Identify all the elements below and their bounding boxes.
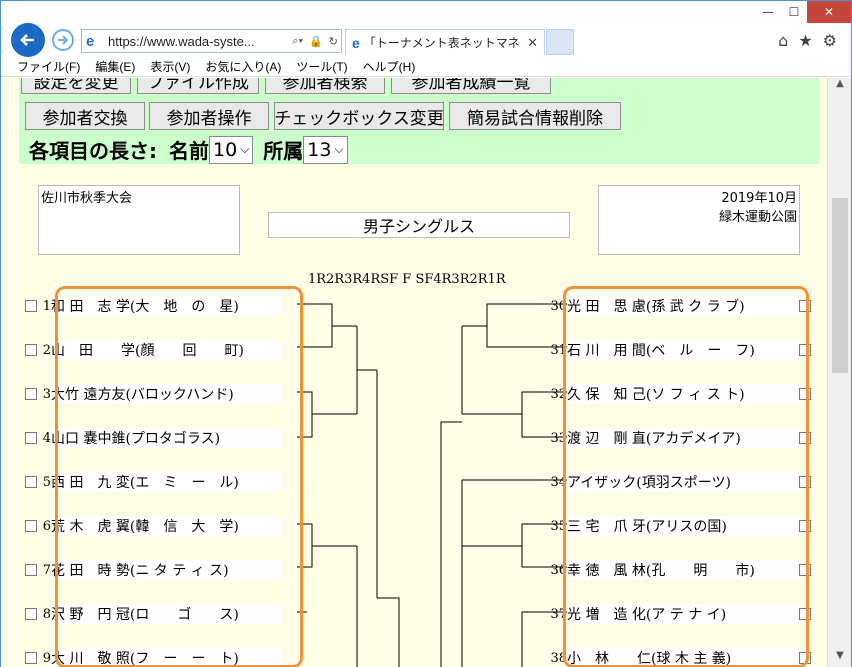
left-highlight-outline — [55, 286, 303, 667]
lock-icon: 🔒 — [309, 35, 323, 48]
toolbar-icons: ⌂ ★ ⚙ — [778, 31, 837, 50]
seed-number: 1 — [42, 298, 51, 314]
player-checkbox[interactable] — [25, 432, 37, 444]
browser-window: e https://www.wada-syste... ⌕▾ 🔒 ↻ e 「トー… — [0, 0, 852, 667]
menu-file[interactable]: ファイル(F) — [17, 58, 80, 75]
player-checkbox[interactable] — [25, 476, 37, 488]
seed-number: 5 — [42, 474, 51, 490]
right-highlight-outline — [563, 286, 809, 667]
back-button[interactable] — [11, 23, 45, 57]
browser-toolbar: e https://www.wada-syste... ⌕▾ 🔒 ↻ e 「トー… — [1, 1, 851, 57]
seed-number: 8 — [42, 606, 51, 622]
player-checkbox[interactable] — [25, 520, 37, 532]
menu-bar: ファイル(F) 編集(E) 表示(V) お気に入り(A) ツール(T) ヘルプ(… — [1, 57, 851, 77]
player-checkbox[interactable] — [25, 564, 37, 576]
gear-icon[interactable]: ⚙ — [823, 31, 837, 50]
menu-help[interactable]: ヘルプ(H) — [363, 58, 416, 75]
menu-view[interactable]: 表示(V) — [150, 58, 190, 75]
player-checkbox[interactable] — [25, 652, 37, 664]
player-checkbox[interactable] — [25, 388, 37, 400]
seed-number: 6 — [42, 518, 51, 534]
tab-title: 「トーナメント表ネットマネージャ... — [363, 36, 521, 50]
close-tab-icon[interactable]: ✕ — [527, 35, 538, 51]
minimize-button[interactable]: — — [755, 1, 781, 23]
close-window-button[interactable]: ✕ — [807, 1, 851, 23]
arrow-right-icon — [58, 35, 69, 45]
vertical-scrollbar[interactable]: ▲ ▼ — [827, 78, 851, 667]
forward-button[interactable] — [52, 29, 74, 51]
scroll-up-icon[interactable]: ▲ — [828, 78, 852, 96]
refresh-icon[interactable]: ↻ — [329, 35, 338, 48]
arrow-left-icon — [20, 34, 34, 46]
address-url: https://www.wada-syste... — [108, 33, 255, 49]
scroll-thumb[interactable] — [832, 198, 848, 373]
player-checkbox[interactable] — [25, 300, 37, 312]
maximize-button[interactable]: ☐ — [781, 1, 807, 23]
page-content: 設定を変更 ファイル作成 参加者検索 参加者成績一覧 参加者交換 参加者操作 チ… — [1, 78, 827, 667]
player-checkbox[interactable] — [25, 344, 37, 356]
tab-tournament[interactable]: e 「トーナメント表ネットマネージャ... ✕ — [345, 29, 545, 55]
seed-number: 4 — [42, 430, 51, 446]
star-icon[interactable]: ★ — [798, 31, 812, 50]
menu-favorites[interactable]: お気に入り(A) — [205, 58, 281, 75]
scroll-down-icon[interactable]: ▼ — [828, 650, 852, 667]
seed-number: 7 — [42, 562, 51, 578]
address-bar[interactable]: e https://www.wada-syste... ⌕▾ 🔒 ↻ — [81, 29, 342, 53]
ie-logo-icon: e — [86, 32, 95, 50]
menu-tools[interactable]: ツール(T) — [296, 58, 347, 75]
seed-number: 2 — [42, 342, 51, 358]
menu-edit[interactable]: 編集(E) — [95, 58, 135, 75]
player-checkbox[interactable] — [25, 608, 37, 620]
new-tab-button[interactable] — [546, 29, 574, 55]
seed-number: 9 — [42, 650, 51, 666]
home-icon[interactable]: ⌂ — [778, 31, 788, 50]
search-icon[interactable]: ⌕▾ — [292, 35, 303, 48]
ie-logo-icon: e — [352, 34, 360, 51]
seed-number: 3 — [42, 386, 51, 402]
